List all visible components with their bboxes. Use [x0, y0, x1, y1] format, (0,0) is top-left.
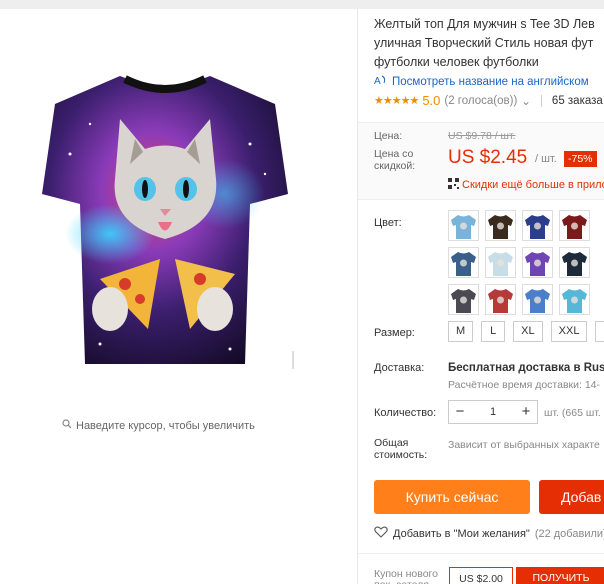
qr-code-icon — [448, 178, 459, 192]
quantity-label: Количество: — [374, 407, 437, 419]
get-coupon-button[interactable]: ПОЛУЧИТЬ — [516, 567, 604, 584]
price-label: Цена: — [374, 130, 403, 142]
discount-badge: -75% — [564, 151, 597, 167]
price-box: Цена: US $9.78 / шт. Цена со скидкой: US… — [358, 122, 604, 200]
rating-row: ★★★★★ 5.0 (2 голоса(ов)) ⌄ 65 заказа — [374, 93, 603, 108]
wishlist-link[interactable]: Добавить в "Мои желания" (22 добавили) — [374, 526, 604, 541]
color-swatch[interactable] — [559, 247, 590, 278]
size-label: Размер: — [374, 327, 415, 339]
title-line: Желтый топ Для мужчин s Tee 3D Лев — [374, 17, 595, 31]
title-line: уличная Творческий Стиль новая фут — [374, 36, 594, 50]
divider — [540, 94, 542, 107]
size-option-m[interactable]: M — [448, 321, 474, 342]
chevron-down-icon[interactable]: ⌄ — [521, 94, 531, 108]
size-option-l[interactable]: L — [481, 321, 506, 342]
orders-count: 65 заказа — [551, 94, 603, 107]
size-option-x[interactable]: X — [595, 321, 604, 342]
color-swatch[interactable] — [448, 284, 479, 315]
shipping-label: Доставка: — [374, 362, 425, 374]
divider — [358, 553, 604, 554]
svg-text:A: A — [374, 76, 381, 86]
color-swatch[interactable] — [448, 210, 479, 241]
price-unit: / шт. — [535, 153, 557, 165]
color-swatch[interactable] — [559, 210, 590, 241]
add-to-cart-button[interactable]: Добав — [539, 480, 604, 514]
color-swatch[interactable] — [485, 210, 516, 241]
zoom-hint-text: Наведите курсор, чтобы увеличить — [76, 419, 255, 432]
translate-icon: A — [374, 74, 388, 89]
quantity-input[interactable]: 1 — [471, 406, 515, 418]
size-option-xxl[interactable]: XXL — [550, 321, 588, 342]
buy-now-button[interactable]: Купить сейчас — [374, 480, 530, 514]
color-swatch[interactable] — [522, 284, 553, 315]
product-gallery: Наведите курсор, чтобы увеличить — [0, 9, 357, 584]
rating-value: 5.0 — [422, 93, 441, 108]
app-promo-link[interactable]: Скидки ещё больше в прило — [448, 178, 604, 192]
votes-link[interactable]: (2 голоса(ов)) — [444, 95, 517, 107]
size-options: M L XL XXL X — [448, 321, 604, 342]
heart-icon — [374, 526, 388, 541]
quantity-plus-button[interactable]: + — [515, 401, 537, 423]
color-swatches — [448, 210, 590, 315]
product-main-image[interactable] — [40, 64, 290, 374]
color-swatch[interactable] — [559, 284, 590, 315]
translate-link[interactable]: A Посмотреть название на английском — [374, 74, 589, 89]
total-value: Зависит от выбранных характе — [448, 439, 600, 451]
product-title: Желтый топ Для мужчин s Tee 3D Лев уличн… — [374, 15, 604, 72]
image-scrollbar[interactable] — [292, 351, 294, 369]
shipping-option[interactable]: Бесплатная доставка в Russia — [448, 362, 604, 374]
top-bar — [0, 0, 604, 9]
color-swatch[interactable] — [485, 284, 516, 315]
color-label: Цвет: — [374, 217, 402, 229]
star-rating-icons: ★★★★★ — [374, 95, 419, 107]
available-quantity: шт. (665 шт. — [544, 407, 601, 419]
color-swatch[interactable] — [485, 247, 516, 278]
wishlist-count: (22 добавили) — [534, 527, 604, 540]
app-promo-text: Скидки ещё больше в прило — [462, 179, 604, 191]
product-info: Желтый топ Для мужчин s Tee 3D Лев уличн… — [358, 9, 604, 584]
magnifier-icon — [62, 419, 72, 432]
color-swatch[interactable] — [448, 247, 479, 278]
quantity-minus-button[interactable]: − — [449, 401, 471, 423]
zoom-hint: Наведите курсор, чтобы увеличить — [62, 419, 255, 432]
color-swatch[interactable] — [522, 247, 553, 278]
sale-price: US $2.45 — [448, 147, 528, 168]
quantity-stepper: − 1 + — [448, 400, 538, 424]
coupon-label: Купон нового пок.-зателя — [374, 568, 438, 584]
old-price: US $9.78 / шт. — [448, 130, 516, 142]
title-line: футболки человек футболки — [374, 55, 539, 69]
color-swatch[interactable] — [522, 210, 553, 241]
wishlist-text: Добавить в "Мои желания" — [393, 527, 530, 540]
size-option-xl[interactable]: XL — [513, 321, 543, 342]
translate-link-text: Посмотреть название на английском — [392, 75, 589, 88]
total-label: Общая стоимость: — [374, 437, 428, 461]
discount-price-label: Цена со скидкой: — [374, 148, 416, 172]
delivery-time: Расчётное время доставки: 14- — [448, 379, 601, 391]
coupon-amount: US $2.00 — [449, 567, 513, 584]
